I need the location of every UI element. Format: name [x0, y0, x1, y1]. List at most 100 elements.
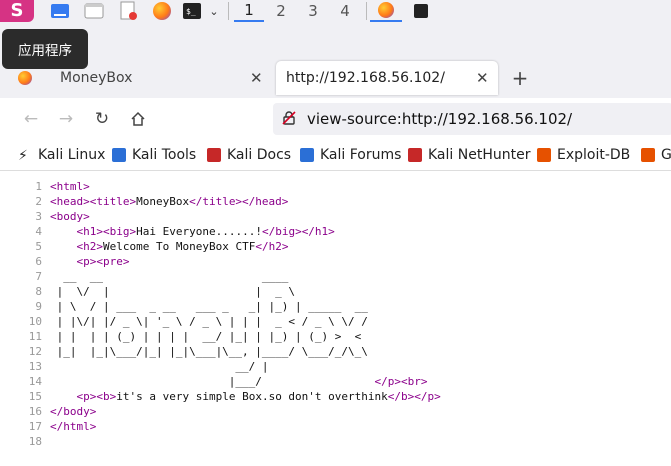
- launcher-dropdown-button[interactable]: ⌄: [206, 0, 222, 22]
- source-text: | \ / | ___ _ __ ___ _ _| |_) | _____ __: [50, 300, 368, 313]
- kali-menu-button[interactable]: S: [0, 0, 34, 22]
- kali-forums-icon: [300, 148, 314, 162]
- forward-button[interactable]: →: [55, 108, 77, 130]
- bookmark-kali-forums[interactable]: Kali Forums: [300, 147, 401, 163]
- url-text: view-source:http://192.168.56.102/: [307, 110, 573, 128]
- firefox-launcher-button[interactable]: [150, 0, 174, 22]
- kali-tools-icon: [112, 148, 126, 162]
- bookmark-exploit-db[interactable]: Exploit-DB: [537, 147, 630, 163]
- line-number: 8: [35, 285, 42, 298]
- line-number: 11: [28, 330, 42, 343]
- source-code: 1 <html> 2 <head><title>MoneyBox</title></h…: [0, 179, 441, 449]
- line-number: 18: [28, 435, 42, 448]
- taskbar-divider: [366, 2, 367, 20]
- line-number: 9: [35, 300, 42, 313]
- html-tag: <h1><big>: [76, 225, 137, 238]
- url-bar[interactable]: view-source:http://192.168.56.102/: [273, 103, 671, 135]
- source-text: | | | | (_) | | | | __/ |_| | |_) | (_) …: [50, 330, 362, 343]
- tab-strip: MoneyBox ✕ http://192.168.56.102/ ✕ +: [0, 57, 671, 98]
- bookmark-kali-nethunter[interactable]: Kali NetHunter: [408, 147, 530, 163]
- line-number: 13: [28, 360, 42, 373]
- bookmark-kali-linux[interactable]: ⚡ Kali Linux: [18, 147, 106, 164]
- html-tag: <html>: [50, 180, 90, 193]
- bookmark-kali-tools[interactable]: Kali Tools: [112, 147, 196, 163]
- text-editor-button[interactable]: [116, 0, 140, 22]
- source-text: Hai Everyone......!: [136, 225, 262, 238]
- bookmark-kali-docs[interactable]: Kali Docs: [207, 147, 291, 163]
- tab-title: MoneyBox: [60, 70, 133, 86]
- source-text: |_| |_|\___/|_| |_|\___|\__, |____/ \___…: [50, 345, 368, 358]
- taskbar-window-terminal[interactable]: [408, 0, 434, 22]
- applications-tooltip: 应用程序: [2, 29, 88, 69]
- kali-dragon-icon: ⚡: [18, 148, 28, 164]
- html-tag: </html>: [50, 420, 97, 433]
- reload-button[interactable]: ↻: [91, 108, 113, 130]
- close-icon[interactable]: ✕: [250, 69, 263, 87]
- source-text: Welcome To MoneyBox CTF: [103, 240, 256, 253]
- source-text: it's a very simple Box.so don't overthin…: [116, 390, 388, 403]
- bookmark-label: Kali Tools: [132, 147, 197, 163]
- line-number: 1: [35, 180, 42, 193]
- file-manager-icon: [84, 3, 104, 19]
- html-tag: </b></p>: [387, 390, 441, 403]
- source-text: [50, 390, 77, 403]
- html-tag: <p><b>: [76, 390, 117, 403]
- source-line: 16 </body>: [0, 404, 441, 419]
- source-line: 2 <head><title>MoneyBox</title></head>: [0, 194, 441, 209]
- source-line: 4 <h1><big>Hai Everyone......!</big></h1…: [0, 224, 441, 239]
- line-number: 4: [35, 225, 42, 238]
- line-number: 2: [35, 195, 42, 208]
- workspace-4[interactable]: 4: [330, 0, 360, 22]
- source-text: [50, 255, 77, 268]
- workspace-3[interactable]: 3: [298, 0, 328, 22]
- line-number: 6: [35, 255, 42, 268]
- terminal-icon: $_: [183, 3, 201, 19]
- close-icon[interactable]: ✕: [476, 69, 489, 87]
- show-desktop-button[interactable]: [48, 0, 72, 22]
- back-button[interactable]: ←: [20, 108, 42, 130]
- terminal-launcher-button[interactable]: $_: [180, 0, 204, 22]
- kali-docs-icon: [207, 148, 221, 162]
- exploit-db-icon: [537, 148, 551, 162]
- source-text: __/ |: [50, 360, 269, 373]
- firefox-icon: [18, 71, 32, 85]
- bookmark-google-hacking-db[interactable]: G: [641, 147, 671, 163]
- plus-icon: +: [511, 66, 529, 90]
- bookmark-label: G: [661, 147, 671, 163]
- bookmark-label: Exploit-DB: [557, 147, 631, 163]
- kali-nethunter-icon: [408, 148, 422, 162]
- source-line: 11 | | | | (_) | | | | __/ |_| | |_) | (…: [0, 329, 441, 344]
- source-text: __ __ ____: [50, 270, 289, 283]
- line-number: 16: [28, 405, 42, 418]
- home-icon: [131, 111, 145, 126]
- line-number: 7: [35, 270, 42, 283]
- bookmarks-toolbar: ⚡ Kali Linux Kali Tools Kali Docs Kali Fo…: [0, 140, 671, 171]
- bookmark-label: Kali Linux: [38, 147, 106, 163]
- text-editor-icon: [120, 1, 137, 20]
- workspace-1[interactable]: 1: [234, 0, 264, 22]
- line-number: 12: [28, 345, 42, 358]
- file-manager-button[interactable]: [82, 0, 106, 22]
- desktop-icon: [51, 4, 69, 18]
- line-number: 14: [28, 375, 42, 388]
- html-tag: <head><title>: [50, 195, 137, 208]
- source-line: 10 | |\/| |/ _ \| '_ \ / _ \ | | | _ < /…: [0, 314, 441, 329]
- taskbar-window-firefox[interactable]: [370, 0, 402, 22]
- html-tag: <body>: [50, 210, 90, 223]
- line-number: 10: [28, 315, 42, 328]
- html-tag: </body>: [50, 405, 97, 418]
- workspace-2[interactable]: 2: [266, 0, 296, 22]
- html-tag: </big></h1>: [261, 225, 335, 238]
- source-text: MoneyBox: [136, 195, 190, 208]
- source-line: 18: [0, 434, 441, 449]
- taskbar: S $_ ⌄ 1 2 3 4: [0, 0, 671, 22]
- ghdb-icon: [641, 148, 655, 162]
- kali-dragon-icon: S: [10, 0, 24, 21]
- source-text: |___/: [50, 375, 375, 388]
- new-tab-button[interactable]: +: [508, 61, 532, 95]
- source-line: 12 |_| |_|\___/|_| |_|\___|\__, |____/ \…: [0, 344, 441, 359]
- terminal-icon: [414, 4, 428, 18]
- home-button[interactable]: [127, 108, 149, 130]
- tab-view-source[interactable]: http://192.168.56.102/ ✕: [276, 61, 498, 95]
- source-line: 15 <p><b>it's a very simple Box.so don't…: [0, 389, 441, 404]
